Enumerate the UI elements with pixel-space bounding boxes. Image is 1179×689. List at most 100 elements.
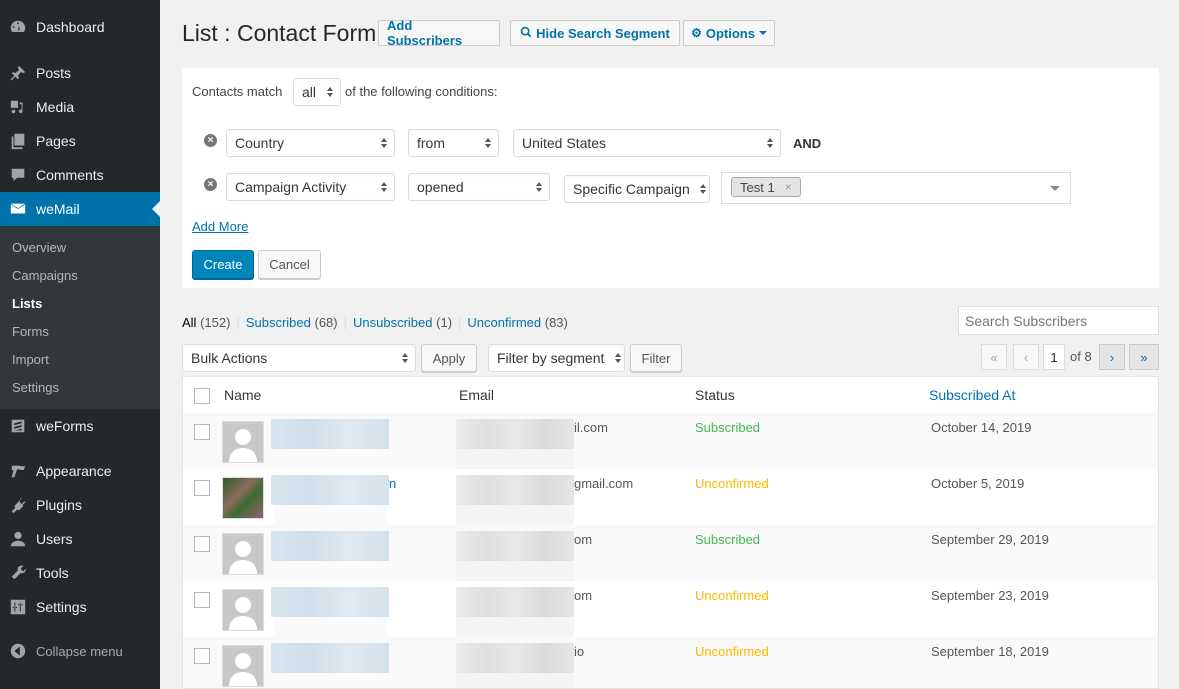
bulk-actions-select[interactable]: Bulk Actions	[182, 344, 416, 372]
row-checkbox[interactable]	[194, 648, 210, 664]
campaign-multiselect[interactable]: Test 1 ×	[721, 172, 1071, 204]
page-title: List : Contact Form	[182, 20, 377, 46]
remove-condition-icon[interactable]: ×	[204, 134, 217, 147]
condition-operator-select[interactable]: from	[408, 129, 499, 157]
sidebar-item-settings[interactable]: Settings	[0, 590, 160, 624]
table-row: n gmail.com Unconfirmed October 5, 2019	[183, 469, 1158, 525]
hide-search-segment-button[interactable]: Hide Search Segment	[510, 20, 680, 46]
add-subscribers-button[interactable]: Add Subscribers	[378, 18, 500, 48]
submenu-settings[interactable]: Settings	[12, 380, 59, 395]
remove-tag-icon[interactable]: ×	[785, 180, 792, 194]
default-avatar-icon	[229, 597, 257, 630]
select-arrows-icon	[327, 87, 333, 97]
name-redacted[interactable]	[271, 587, 389, 617]
cancel-button[interactable]: Cancel	[258, 250, 321, 279]
subscribed-date: October 5, 2019	[931, 476, 1025, 491]
view-unsubscribed[interactable]: Unsubscribed (1)	[353, 315, 452, 330]
email-redacted	[456, 531, 574, 561]
email-visible-text: om	[574, 588, 593, 603]
sidebar-item-pages[interactable]: Pages	[0, 124, 160, 158]
subscribed-date: September 29, 2019	[931, 532, 1049, 547]
media-icon	[0, 98, 36, 116]
apply-button[interactable]: Apply	[421, 344, 477, 372]
condition-field-select[interactable]: Country	[226, 129, 395, 157]
view-unconfirmed[interactable]: Unconfirmed (83)	[467, 315, 567, 330]
comment-icon	[0, 166, 36, 184]
select-arrows-icon	[700, 184, 706, 194]
sidebar-item-users[interactable]: Users	[0, 522, 160, 556]
select-arrows-icon	[536, 182, 542, 192]
filter-button[interactable]: Filter	[630, 344, 682, 372]
paintbrush-icon	[0, 462, 36, 480]
condition-value-select[interactable]: United States	[513, 129, 781, 157]
selected-campaign-tag: Test 1 ×	[731, 177, 801, 197]
sidebar-item-media[interactable]: Media	[0, 90, 160, 124]
view-subscribed[interactable]: Subscribed (68)	[246, 315, 338, 330]
last-page-button[interactable]: »	[1129, 344, 1159, 370]
sidebar-item-tools[interactable]: Tools	[0, 556, 160, 590]
row-checkbox[interactable]	[194, 536, 210, 552]
subscribers-table: Name Email Status Subscribed At il.com S…	[182, 376, 1159, 689]
sidebar-item-dashboard[interactable]: Dashboard	[0, 10, 160, 44]
sidebar-item-appearance[interactable]: Appearance	[0, 454, 160, 488]
name-redacted[interactable]	[271, 643, 389, 673]
email-visible-text: io	[574, 644, 585, 659]
create-button[interactable]: Create	[192, 250, 254, 279]
condition-field-select[interactable]: Campaign Activity	[226, 173, 395, 201]
select-arrows-icon	[485, 138, 491, 148]
status-badge: Unconfirmed	[695, 476, 769, 491]
total-pages-label: of 8	[1070, 349, 1092, 364]
select-arrows-icon	[381, 182, 387, 192]
view-all[interactable]: All (152)	[182, 315, 230, 330]
dashboard-icon	[0, 18, 36, 36]
row-checkbox[interactable]	[194, 424, 210, 440]
avatar	[222, 645, 264, 687]
submenu-lists[interactable]: Lists	[12, 296, 42, 311]
sliders-icon	[0, 598, 36, 616]
submenu-overview[interactable]: Overview	[12, 240, 66, 255]
status-badge: Unconfirmed	[695, 588, 769, 603]
row-checkbox[interactable]	[194, 480, 210, 496]
filter-segment-select[interactable]: Filter by segment	[488, 344, 625, 372]
add-more-link[interactable]: Add More	[192, 219, 248, 234]
select-all-checkbox[interactable]	[194, 388, 210, 404]
name-redacted[interactable]	[271, 531, 389, 561]
wrench-icon	[0, 564, 36, 582]
row-checkbox[interactable]	[194, 592, 210, 608]
search-segment-panel: Contacts match all of the following cond…	[182, 68, 1159, 288]
search-subscribers-input[interactable]	[958, 306, 1159, 335]
caret-down-icon	[758, 31, 767, 35]
campaign-scope-select[interactable]: Specific Campaign	[564, 175, 710, 203]
admin-sidebar: Dashboard Posts Media Pages Comments weM…	[0, 0, 160, 689]
name-redacted[interactable]	[271, 419, 389, 449]
condition-operator-select[interactable]: opened	[408, 173, 550, 201]
select-arrows-icon	[767, 138, 773, 148]
collapse-menu-label: Collapse menu	[36, 643, 123, 659]
sidebar-item-comments[interactable]: Comments	[0, 158, 160, 192]
sidebar-item-posts[interactable]: Posts	[0, 56, 160, 90]
submenu-forms[interactable]: Forms	[12, 324, 49, 339]
column-header-subscribed-at[interactable]: Subscribed At	[929, 387, 1015, 403]
and-joiner-label: AND	[793, 136, 822, 151]
name-redacted[interactable]	[271, 475, 389, 505]
current-page-input[interactable]: 1	[1043, 344, 1065, 370]
sidebar-item-plugins[interactable]: Plugins	[0, 488, 160, 522]
select-arrows-icon	[615, 353, 621, 363]
options-dropdown-button[interactable]: ⚙ Options	[683, 20, 775, 46]
next-page-button[interactable]: ›	[1099, 344, 1125, 370]
email-redacted	[456, 419, 574, 449]
sidebar-item-weforms[interactable]: weForms	[0, 409, 160, 443]
name-visible-text[interactable]: n	[389, 476, 396, 491]
submenu-campaigns[interactable]: Campaigns	[12, 268, 78, 283]
pages-icon	[0, 132, 36, 150]
collapse-arrow-icon	[0, 642, 36, 660]
submenu-import[interactable]: Import	[12, 352, 49, 367]
remove-condition-icon[interactable]: ×	[204, 178, 217, 191]
match-select[interactable]: all	[293, 78, 341, 106]
sidebar-item-wemail[interactable]: weMail	[0, 192, 160, 226]
email-visible-text: gmail.com	[574, 476, 634, 491]
status-badge: Unconfirmed	[695, 644, 769, 659]
search-icon	[520, 26, 532, 41]
column-header-email: Email	[459, 387, 495, 403]
collapse-menu-button[interactable]: Collapse menu	[0, 638, 160, 664]
